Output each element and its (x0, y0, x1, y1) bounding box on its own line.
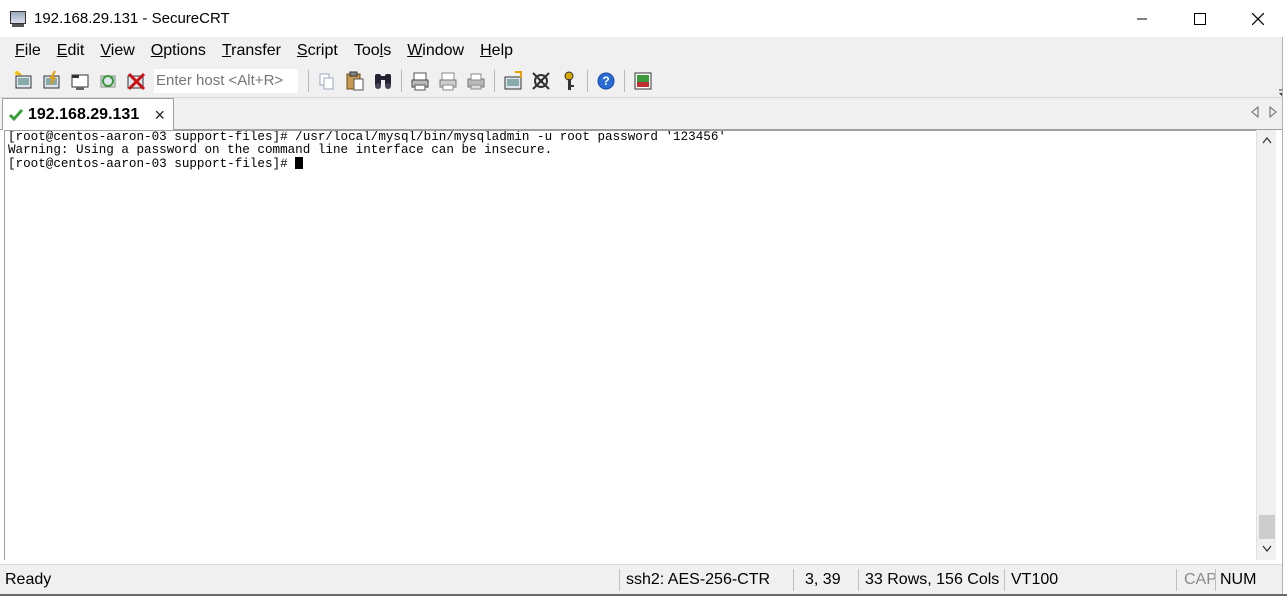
svg-text:?: ? (602, 74, 609, 88)
sftp-icon (634, 72, 652, 90)
menu-script[interactable]: Script (289, 39, 346, 63)
terminal-cursor (295, 157, 304, 169)
title-bar: 192.168.29.131 - SecureCRT (0, 0, 1287, 37)
session-options-icon (504, 71, 522, 90)
menu-help[interactable]: Help (472, 39, 521, 63)
securecrt-app-icon[interactable] (9, 10, 27, 28)
reconnect-icon (100, 75, 116, 88)
close-icon (1252, 12, 1264, 25)
window-right-border (1282, 37, 1287, 596)
menu-edit[interactable]: Edit (49, 39, 93, 63)
session-tab-label: 192.168.29.131 (28, 105, 140, 123)
print-screen-icon (411, 72, 429, 91)
toolbar-separator (308, 70, 309, 92)
toolbar-separator (401, 70, 402, 92)
quick-connect-button[interactable] (38, 68, 66, 94)
status-caps-lock: CAP (1184, 571, 1217, 588)
keymap-icon (564, 71, 574, 90)
connect-icon (15, 71, 32, 89)
menu-bar: File Edit View Options Transfer Script T… (0, 37, 1282, 65)
toolbar-separator (624, 70, 625, 92)
maximize-icon (1194, 12, 1206, 25)
terminal-prompt-line: [root@centos-aaron-03 support-files]# (5, 157, 1256, 171)
status-num-lock: NUM (1220, 571, 1257, 588)
status-state: Ready (5, 571, 52, 588)
scroll-up-icon[interactable] (1262, 136, 1272, 146)
tab-scroll-right-icon[interactable] (1269, 106, 1277, 118)
menu-options[interactable]: Options (143, 39, 214, 63)
print-icon (467, 73, 485, 90)
paste-button[interactable] (341, 68, 369, 94)
menu-transfer[interactable]: Transfer (214, 39, 289, 63)
connected-check-icon (8, 108, 24, 121)
menu-window[interactable]: Window (399, 39, 472, 63)
minimize-icon (1137, 18, 1147, 19)
find-icon (375, 74, 391, 89)
paste-icon (346, 71, 364, 91)
terminal-line: Warning: Using a password on the command… (8, 143, 553, 157)
session-options-button[interactable] (499, 68, 527, 94)
terminal-scrollbar[interactable] (1256, 130, 1276, 560)
print-screen-button[interactable] (406, 68, 434, 94)
scrollbar-thumb[interactable] (1259, 515, 1275, 539)
toolbar: ? (0, 65, 1282, 98)
status-emulation: VT100 (1011, 571, 1059, 588)
find-button[interactable] (369, 68, 397, 94)
tab-scroll-left-icon[interactable] (1251, 106, 1259, 118)
disconnect-button[interactable] (122, 68, 150, 94)
host-input[interactable] (154, 69, 298, 93)
disconnect-icon (127, 72, 146, 91)
toolbar-separator (587, 70, 588, 92)
print-selection-button[interactable] (434, 68, 462, 94)
sftp-button[interactable] (629, 68, 657, 94)
quick-connect-icon (43, 70, 60, 89)
session-tab[interactable]: 192.168.29.131 × (2, 98, 174, 130)
menu-file[interactable]: File (7, 39, 49, 63)
terminal-view[interactable]: [root@centos-aaron-03 support-files]# /u… (4, 130, 1256, 560)
maximize-button[interactable] (1171, 0, 1229, 37)
help-button[interactable]: ? (592, 68, 620, 94)
status-bar: Ready ssh2: AES-256-CTR 3, 39 33 Rows, 1… (0, 564, 1282, 594)
terminal-prompt: [root@centos-aaron-03 support-files]# (8, 157, 296, 171)
copy-button[interactable] (313, 68, 341, 94)
menu-view[interactable]: View (92, 39, 142, 63)
copy-icon (319, 73, 334, 90)
minimize-button[interactable] (1113, 0, 1171, 37)
connect-button[interactable] (10, 68, 38, 94)
status-cursor-position: 3, 39 (805, 571, 841, 588)
window-title: 192.168.29.131 - SecureCRT (34, 10, 230, 27)
toolbar-separator (494, 70, 495, 92)
close-window-button[interactable] (1229, 0, 1287, 37)
status-terminal-size: 33 Rows, 156 Cols (865, 571, 1000, 588)
print-selection-icon (439, 72, 457, 91)
status-protocol: ssh2: AES-256-CTR (626, 571, 771, 588)
global-options-button[interactable] (527, 68, 555, 94)
tab-navigation (1251, 106, 1277, 118)
connect-in-tab-button[interactable] (66, 68, 94, 94)
session-tab-strip: 192.168.29.131 × (0, 98, 1282, 130)
keymap-button[interactable] (555, 68, 583, 94)
global-options-icon (532, 72, 550, 90)
help-icon: ? (597, 72, 615, 90)
menu-tools[interactable]: Tools (346, 39, 399, 63)
print-button[interactable] (462, 68, 490, 94)
reconnect-button[interactable] (94, 68, 122, 94)
window-controls (1113, 0, 1287, 37)
scroll-down-icon[interactable] (1262, 543, 1272, 553)
tab-close-button[interactable]: × (154, 106, 165, 124)
connect-in-tab-icon (71, 74, 89, 90)
